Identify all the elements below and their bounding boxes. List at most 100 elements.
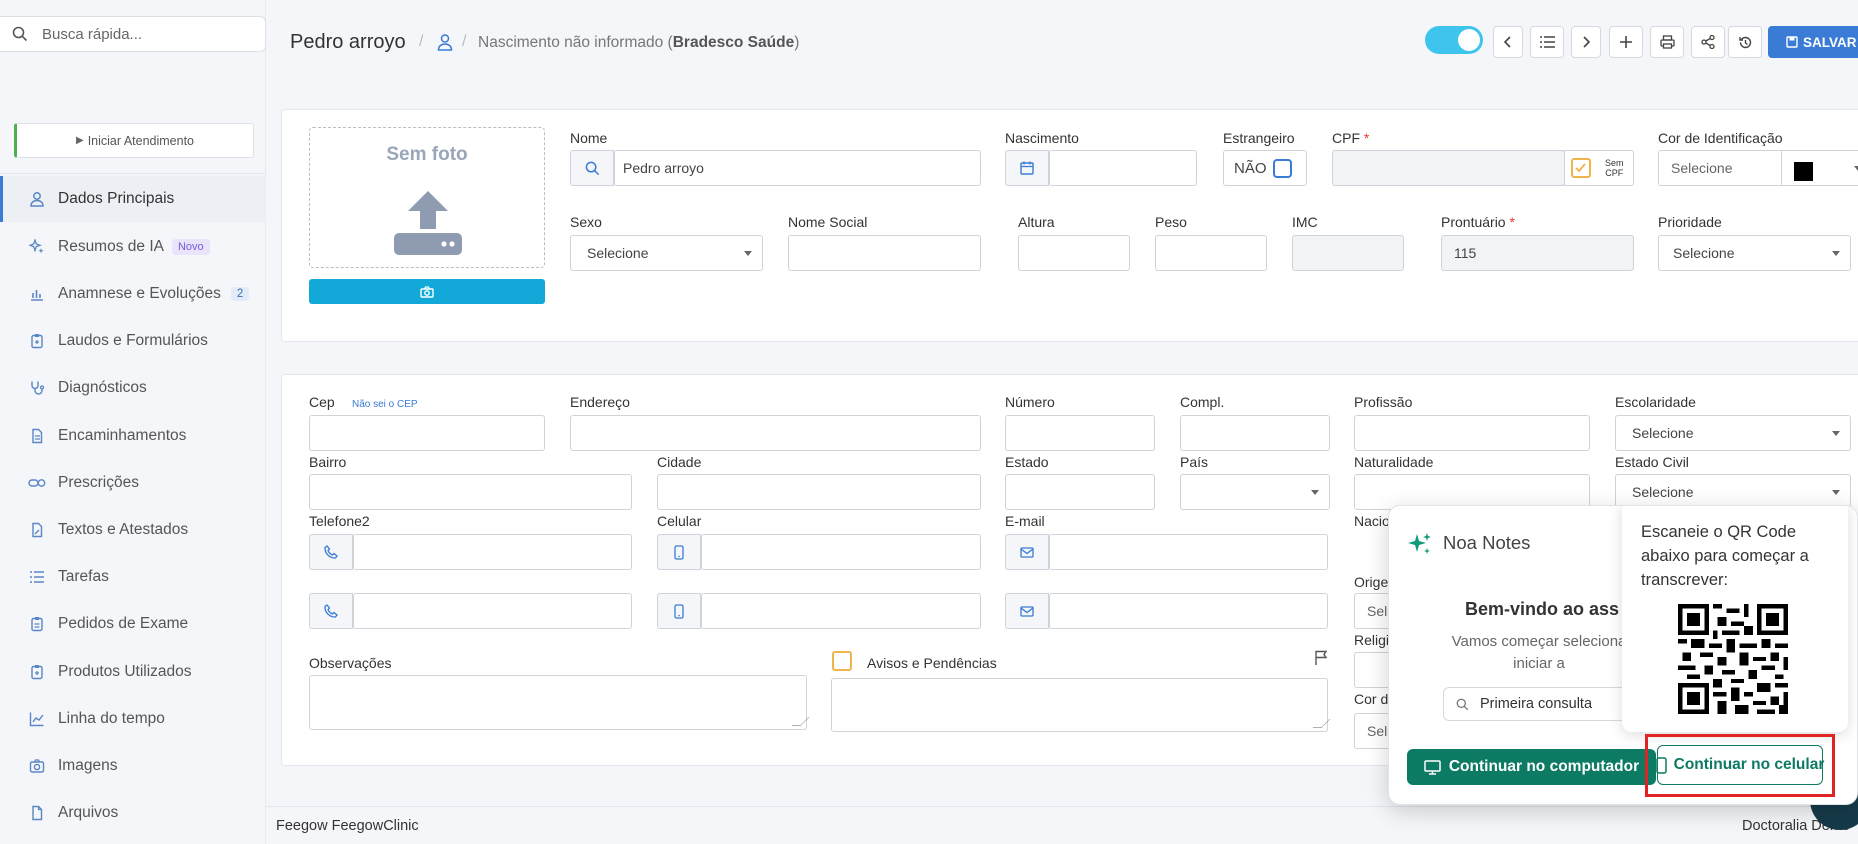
- camera-icon: [28, 757, 46, 775]
- count-badge: 2: [230, 287, 250, 301]
- sem-cpf-checkbox[interactable]: [1571, 158, 1591, 178]
- bar-chart-icon: [28, 285, 46, 303]
- cpf-input[interactable]: [1332, 150, 1565, 186]
- noa-welcome-heading: Bem-vindo ao ass: [1465, 599, 1620, 619]
- search-input[interactable]: [42, 24, 252, 44]
- quick-search[interactable]: [0, 16, 266, 52]
- sidebar-item-laudos[interactable]: Laudos e Formulários: [0, 318, 266, 364]
- nome-input[interactable]: Pedro arroyo: [614, 150, 981, 186]
- nascimento-input[interactable]: [1049, 150, 1197, 186]
- estrangeiro-toggle[interactable]: NÃO: [1223, 150, 1307, 186]
- sidebar-item-produtos[interactable]: Produtos Utilizados: [0, 649, 266, 695]
- monitor-icon: [1424, 759, 1441, 775]
- sparkle-icon: [28, 238, 46, 256]
- sidebar-item-pedidos-exame[interactable]: Pedidos de Exame: [0, 601, 266, 647]
- telefone-input[interactable]: [353, 593, 632, 629]
- sidebar-item-label: Laudos e Formulários: [58, 332, 208, 349]
- sidebar-item-label: Encaminhamentos: [58, 427, 187, 444]
- compl-input[interactable]: [1180, 415, 1330, 451]
- toggle-switch[interactable]: [1425, 26, 1483, 54]
- stethoscope-icon: [28, 379, 46, 397]
- cor-identificacao-select[interactable]: Selecione: [1658, 150, 1858, 186]
- email-input[interactable]: [1049, 534, 1328, 570]
- telefone2-input[interactable]: [353, 534, 632, 570]
- nacionalidade-label: Nacio: [1354, 513, 1390, 529]
- imc-label: IMC: [1292, 214, 1318, 230]
- sidebar-item-label: Linha do tempo: [58, 710, 165, 727]
- estado-input[interactable]: [1005, 474, 1155, 510]
- sem-cpf-toggle[interactable]: Sem CPF: [1564, 150, 1634, 186]
- toggle-knob: [1458, 29, 1480, 51]
- list-button[interactable]: [1530, 26, 1564, 58]
- sidebar-item-imagens[interactable]: Imagens: [0, 743, 266, 789]
- celular-input[interactable]: [701, 534, 981, 570]
- sidebar-item-arquivos[interactable]: Arquivos: [0, 790, 266, 836]
- peso-input[interactable]: [1155, 235, 1267, 271]
- file-icon: [28, 804, 46, 822]
- endereco-input[interactable]: [570, 415, 981, 451]
- continue-on-mobile-button[interactable]: Continuar no celular: [1655, 745, 1824, 785]
- continue-on-computer-button[interactable]: Continuar no computador: [1407, 749, 1656, 785]
- share-button[interactable]: [1691, 26, 1725, 58]
- next-button[interactable]: [1571, 26, 1601, 58]
- save-label: SALVAR: [1803, 34, 1857, 50]
- cidade-input[interactable]: [657, 474, 981, 510]
- list-icon: [28, 568, 46, 586]
- breadcrumb-separator: /: [419, 33, 424, 50]
- prontuario-input[interactable]: 115: [1441, 235, 1634, 271]
- camera-button[interactable]: [309, 279, 545, 304]
- numero-input[interactable]: [1005, 415, 1155, 451]
- photo-upload-area[interactable]: Sem foto: [309, 127, 545, 268]
- sidebar-item-label: Anamnese e Evoluções: [58, 285, 221, 302]
- avisos-textarea[interactable]: [831, 678, 1328, 732]
- print-button[interactable]: [1650, 26, 1684, 58]
- phone-addon: [309, 593, 353, 629]
- sidebar-item-linha-tempo[interactable]: Linha do tempo: [0, 696, 266, 742]
- sidebar-item-diagnosticos[interactable]: Diagnósticos: [0, 365, 266, 411]
- sidebar-item-prescricoes[interactable]: Prescrições: [0, 460, 266, 506]
- edit-document-icon: [28, 521, 46, 539]
- estrangeiro-checkbox[interactable]: [1272, 158, 1292, 178]
- celular2-input[interactable]: [701, 593, 981, 629]
- previous-button[interactable]: [1493, 26, 1523, 58]
- profissao-input[interactable]: [1354, 415, 1590, 451]
- bairro-input[interactable]: [309, 474, 632, 510]
- bairro-label: Bairro: [309, 454, 347, 470]
- cep-input[interactable]: [309, 415, 545, 451]
- add-button[interactable]: [1609, 26, 1643, 58]
- save-button[interactable]: SALVAR: [1768, 26, 1858, 58]
- noa-subtitle: Vamos começar seleciona iniciar a: [1451, 633, 1627, 672]
- sexo-select[interactable]: Selecione: [570, 235, 763, 271]
- avisos-label: Avisos e Pendências: [867, 655, 997, 671]
- sidebar-item-label: Textos e Atestados: [58, 521, 189, 538]
- escolaridade-select[interactable]: Selecione: [1615, 415, 1851, 451]
- email-addon: [1005, 534, 1049, 570]
- estado-civil-label: Estado Civil: [1615, 454, 1689, 470]
- avisos-checkbox[interactable]: [832, 651, 852, 671]
- start-appointment-button[interactable]: ▶ Iniciar Atendimento: [14, 123, 254, 158]
- footer-left-text: Feegow FeegowClinic: [276, 818, 419, 834]
- nao-sei-cep-link[interactable]: Não sei o CEP: [352, 399, 418, 410]
- box-icon: [28, 663, 46, 681]
- sidebar-item-tarefas[interactable]: Tarefas: [0, 554, 266, 600]
- user-icon[interactable]: [437, 33, 453, 51]
- sidebar-item-textos[interactable]: Textos e Atestados: [0, 507, 266, 553]
- nome-social-input[interactable]: [788, 235, 981, 271]
- sidebar-item-encaminhamentos[interactable]: Encaminhamentos: [0, 413, 266, 459]
- sidebar-divider: [0, 173, 266, 174]
- altura-input[interactable]: [1018, 235, 1130, 271]
- patient-birth-insurance: Nascimento não informado (Bradesco Saúde…: [478, 34, 799, 52]
- history-button[interactable]: [1728, 26, 1762, 58]
- email2-input[interactable]: [1049, 593, 1328, 629]
- consultation-type-field[interactable]: Primeira consulta: [1443, 687, 1643, 721]
- observacoes-textarea[interactable]: [309, 675, 807, 730]
- flag-icon[interactable]: [1314, 650, 1329, 666]
- sidebar-item-anamnese[interactable]: Anamnese e Evoluções 2: [0, 271, 266, 317]
- sidebar-item-label: Produtos Utilizados: [58, 663, 192, 680]
- sidebar-item-resumos-ia[interactable]: Resumos de IA Novo: [0, 224, 266, 270]
- pais-select[interactable]: [1180, 474, 1330, 510]
- footer: Feegow FeegowClinic Doctoralia Demo: [266, 806, 1858, 844]
- prioridade-select[interactable]: Selecione: [1658, 235, 1851, 271]
- sidebar-item-dados-principais[interactable]: Dados Principais: [0, 176, 266, 222]
- endereco-label: Endereço: [570, 394, 630, 410]
